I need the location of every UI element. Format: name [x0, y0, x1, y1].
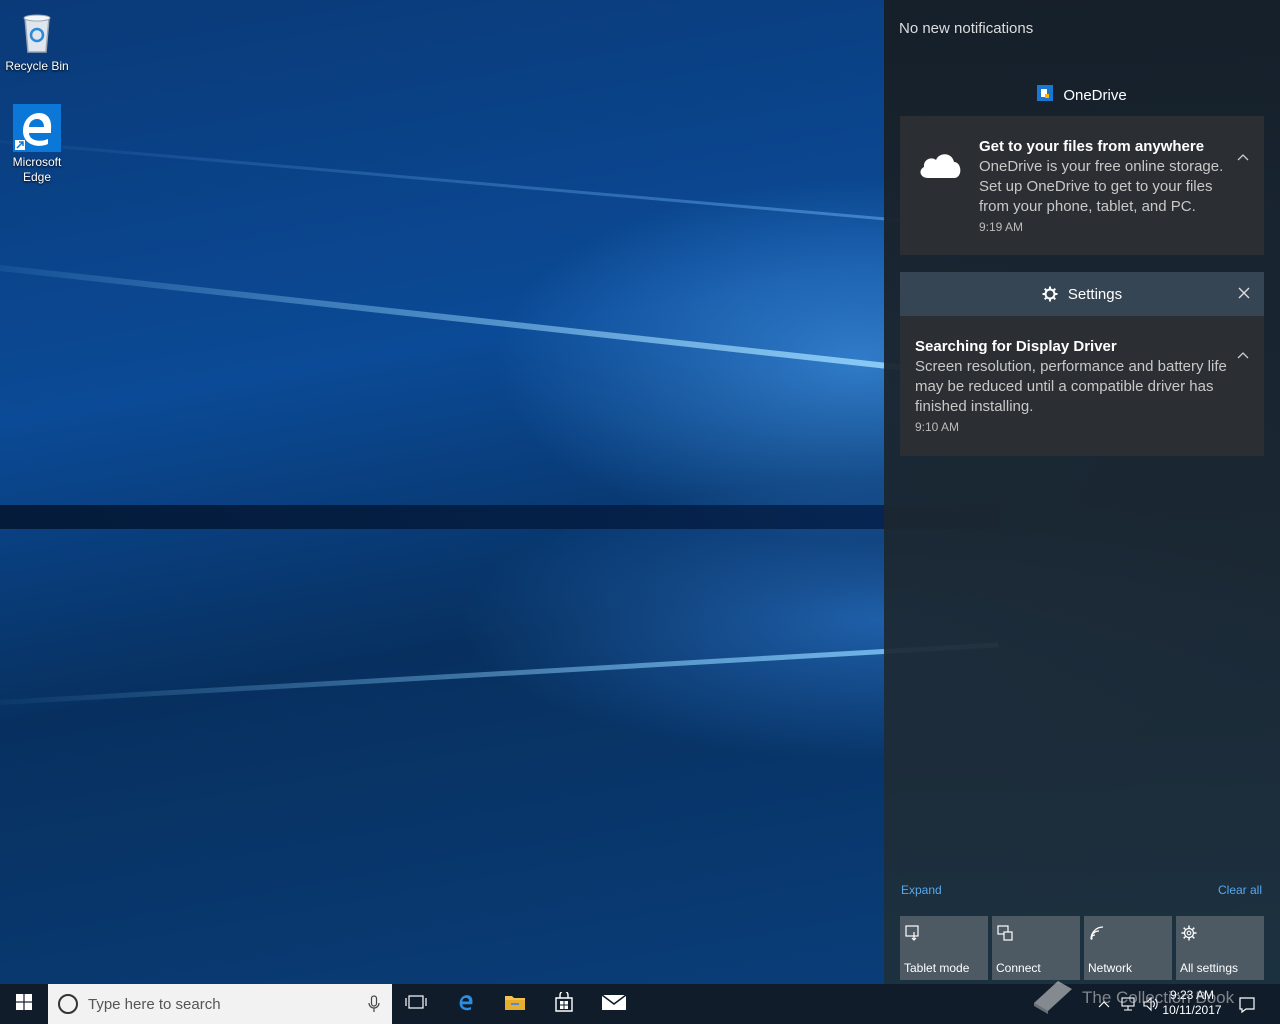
notification-group-title: OneDrive [1063, 86, 1127, 104]
watermark-text: The Collection Book [1082, 987, 1235, 1007]
connect-icon [996, 924, 1014, 942]
action-center-panel: No new notifications OneDrive Get to you… [884, 0, 1280, 984]
quick-action-label: Connect [996, 961, 1041, 975]
task-view-button[interactable] [392, 984, 440, 1024]
desktop-icon-recycle-bin[interactable]: Recycle Bin [0, 8, 74, 74]
gear-icon [1042, 286, 1058, 302]
notification-title: Get to your files from anywhere [979, 138, 1205, 155]
cortana-icon [58, 994, 78, 1014]
notification-group-header-onedrive[interactable]: OneDrive [900, 80, 1264, 110]
notification-time: 9:10 AM [915, 420, 960, 434]
search-box[interactable] [48, 984, 392, 1024]
chevron-up-icon[interactable] [1236, 150, 1250, 164]
notification-time: 9:19 AM [979, 220, 1024, 234]
windows-logo-icon [16, 993, 32, 1015]
taskbar-mail-button[interactable] [590, 984, 638, 1024]
gear-icon [1180, 924, 1198, 942]
edge-icon [13, 104, 61, 152]
file-explorer-icon [504, 993, 526, 1016]
start-button[interactable] [0, 984, 48, 1024]
notification-card[interactable]: Get to your files from anywhere OneDrive… [900, 116, 1264, 255]
taskbar-edge-button[interactable] [442, 984, 490, 1024]
quick-action-label: All settings [1180, 961, 1239, 975]
watermark: The Collection Book [1030, 975, 1234, 1020]
desktop-icon-microsoft-edge[interactable]: Microsoft Edge [0, 104, 74, 185]
store-icon [554, 989, 574, 1017]
clear-all-link[interactable]: Clear all [1218, 883, 1262, 897]
notification-group-title: Settings [1067, 285, 1123, 303]
chevron-up-icon[interactable] [1236, 348, 1250, 362]
close-icon[interactable] [1236, 285, 1252, 301]
notification-body: OneDrive is your free online storage. Se… [979, 158, 1224, 215]
quick-action-connect[interactable]: Connect [992, 916, 1080, 980]
quick-action-all-settings[interactable]: All settings [1176, 916, 1264, 980]
search-input[interactable] [88, 984, 358, 1024]
taskbar-file-explorer-button[interactable] [491, 984, 539, 1024]
taskbar-store-button[interactable] [540, 984, 588, 1024]
cloud-icon [916, 148, 964, 185]
onedrive-icon [1037, 85, 1054, 105]
quick-action-tablet-mode[interactable]: Tablet mode [900, 916, 988, 980]
quick-action-label: Network [1088, 961, 1133, 975]
quick-action-network[interactable]: Network [1084, 916, 1172, 980]
desktop-icon-label: Recycle Bin [5, 59, 69, 73]
desktop-icon-label: Microsoft Edge [12, 155, 62, 184]
wallpaper-shadow-band [0, 505, 1000, 529]
edge-icon [455, 991, 477, 1018]
quick-action-label: Tablet mode [904, 961, 970, 975]
notification-card[interactable]: Searching for Display Driver Screen reso… [900, 316, 1264, 456]
microphone-icon[interactable] [368, 995, 380, 1018]
book-logo-icon [1030, 975, 1076, 1020]
wallpaper-light-beam [0, 140, 997, 231]
mail-icon [601, 993, 627, 1016]
notification-body: Screen resolution, performance and batte… [915, 358, 1227, 415]
recycle-bin-icon [13, 8, 61, 56]
action-center-icon[interactable] [1238, 996, 1255, 1014]
task-view-icon [405, 994, 427, 1015]
wallpaper-light-beam [0, 642, 999, 705]
notification-title: Searching for Display Driver [915, 338, 1117, 355]
notification-group-header-settings[interactable]: Settings [900, 272, 1264, 316]
wallpaper-light-beam [0, 265, 995, 381]
expand-link[interactable]: Expand [901, 883, 942, 897]
network-icon [1088, 924, 1106, 942]
notification-status: No new notifications [899, 20, 1034, 37]
tablet-mode-icon [904, 924, 922, 942]
